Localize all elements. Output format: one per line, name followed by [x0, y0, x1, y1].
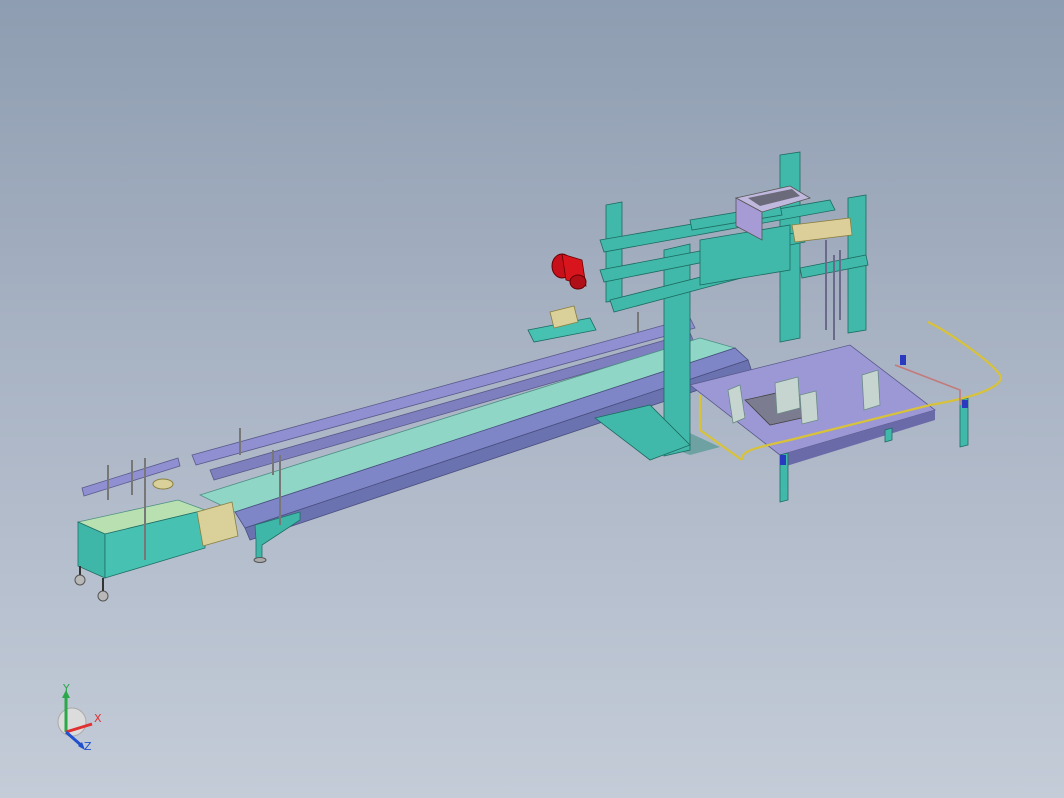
assembly-model[interactable] [0, 0, 1064, 798]
drive-drum [152, 478, 174, 490]
caster-wheel-2 [97, 590, 109, 602]
triad-y-label: Y [62, 682, 70, 695]
triad-x-label: X [94, 712, 102, 725]
triad-z-label: Z [84, 740, 92, 753]
guide-rods [825, 240, 841, 340]
red-drive-motor [551, 253, 587, 290]
drive-gearbox [196, 501, 239, 547]
bellows-tube [791, 217, 853, 243]
axis-triad: Y X Z [57, 682, 102, 753]
caster-wheel-1 [74, 574, 86, 586]
graphics-viewport[interactable]: Y X Z [0, 0, 1064, 798]
triad-sphere [57, 707, 87, 737]
